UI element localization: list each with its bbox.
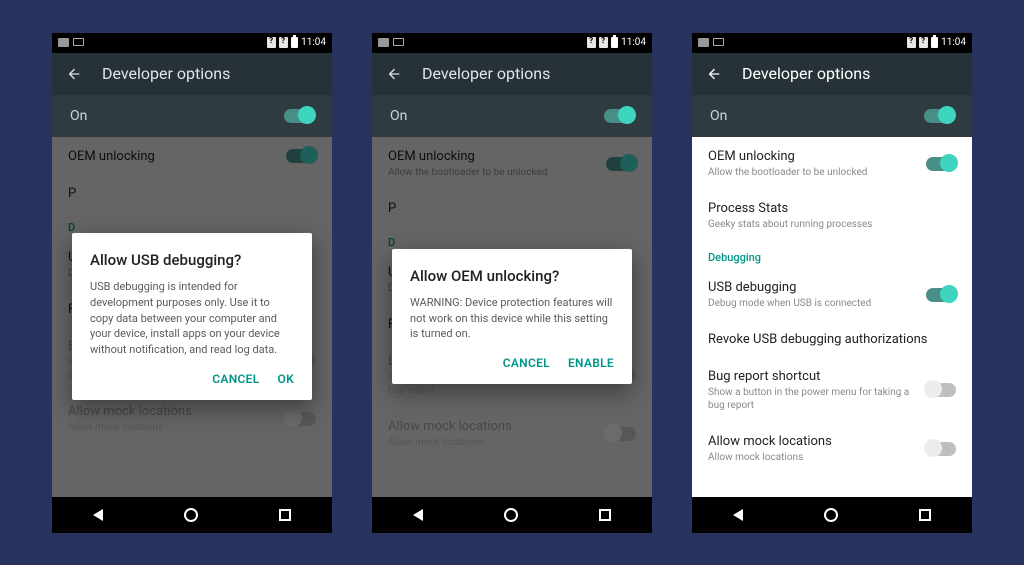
battery-icon	[611, 37, 618, 48]
mock-locations-item[interactable]: Allow mock locations Allow mock location…	[692, 422, 972, 474]
app-header: Developer options	[692, 53, 972, 95]
mock-toggle[interactable]	[926, 442, 956, 456]
nav-bar	[52, 497, 332, 533]
sd-icon	[267, 37, 276, 48]
dialog-overlay: Allow USB debugging? USB debugging is in…	[52, 137, 332, 497]
back-icon[interactable]	[706, 66, 722, 82]
item-title: Process Stats	[708, 201, 956, 216]
sd-icon	[279, 37, 288, 48]
sd-icon	[587, 37, 596, 48]
item-sub: Geeky stats about running processes	[708, 218, 956, 231]
dialog-body: USB debugging is intended for developmen…	[90, 279, 294, 359]
screenshot-icon	[58, 38, 69, 47]
on-label: On	[390, 108, 407, 124]
nav-back-icon[interactable]	[733, 509, 743, 521]
usb-debugging-item[interactable]: USB debugging Debug mode when USB is con…	[692, 268, 972, 320]
screenshot-icon	[378, 38, 389, 47]
cast-icon	[73, 38, 84, 46]
on-label: On	[70, 108, 87, 124]
item-title: Allow mock locations	[708, 434, 918, 449]
cancel-button[interactable]: CANCEL	[503, 356, 550, 370]
app-header: Developer options	[52, 53, 332, 95]
oem-unlocking-item[interactable]: OEM unlocking Allow the bootloader to be…	[692, 137, 972, 189]
bug-report-toggle[interactable]	[926, 383, 956, 397]
cancel-button[interactable]: CANCEL	[212, 372, 259, 386]
phone-screen-1: 11:04 Developer options On OEM unlocking…	[52, 33, 332, 533]
item-title: Bug report shortcut	[708, 369, 918, 384]
header-title: Developer options	[742, 64, 870, 83]
status-time: 11:04	[941, 37, 966, 48]
nav-bar	[372, 497, 652, 533]
status-bar: 11:04	[692, 33, 972, 53]
status-bar: 11:04	[372, 33, 652, 53]
item-sub: Debug mode when USB is connected	[708, 297, 918, 310]
settings-list: OEM unlocking Allow the bootloader to be…	[692, 137, 972, 497]
item-title: Revoke USB debugging authorizations	[708, 332, 956, 347]
header-title: Developer options	[102, 64, 230, 83]
phone-screen-2: 11:04 Developer options On OEM unlocking…	[372, 33, 652, 533]
nav-home-icon[interactable]	[504, 508, 518, 522]
cast-icon	[393, 38, 404, 46]
master-toggle-row[interactable]: On	[52, 95, 332, 137]
back-icon[interactable]	[66, 66, 82, 82]
item-title: USB debugging	[708, 280, 918, 295]
debug-section-label: Debugging	[692, 241, 972, 268]
battery-icon	[291, 37, 298, 48]
bug-report-shortcut-item[interactable]: Bug report shortcut Show a button in the…	[692, 357, 972, 422]
usb-debug-toggle[interactable]	[926, 288, 956, 302]
battery-icon	[931, 37, 938, 48]
dialog-title: Allow OEM unlocking?	[410, 267, 614, 285]
header-title: Developer options	[422, 64, 550, 83]
on-label: On	[710, 108, 727, 124]
status-time: 11:04	[621, 37, 646, 48]
ok-button[interactable]: OK	[278, 372, 294, 386]
sd-icon	[907, 37, 916, 48]
oem-toggle[interactable]	[926, 157, 956, 171]
status-time: 11:04	[301, 37, 326, 48]
cast-icon	[713, 38, 724, 46]
settings-list: OEM unlocking P D UD R Bug report shortc…	[52, 137, 332, 497]
nav-recent-icon[interactable]	[599, 509, 611, 521]
nav-bar	[692, 497, 972, 533]
app-header: Developer options	[372, 53, 652, 95]
master-toggle[interactable]	[604, 109, 634, 123]
nav-home-icon[interactable]	[184, 508, 198, 522]
master-toggle[interactable]	[924, 109, 954, 123]
phone-screen-3: 11:04 Developer options On OEM unlocking…	[692, 33, 972, 533]
dialog-body: WARNING: Device protection features will…	[410, 295, 614, 343]
item-sub: Allow the bootloader to be unlocked	[708, 166, 918, 179]
enable-button[interactable]: ENABLE	[568, 356, 614, 370]
nav-home-icon[interactable]	[824, 508, 838, 522]
process-stats-item[interactable]: Process Stats Geeky stats about running …	[692, 189, 972, 241]
nav-back-icon[interactable]	[413, 509, 423, 521]
oem-unlocking-dialog: Allow OEM unlocking? WARNING: Device pro…	[392, 249, 632, 385]
item-sub: Allow mock locations	[708, 451, 918, 464]
sd-icon	[599, 37, 608, 48]
dialog-overlay: Allow OEM unlocking? WARNING: Device pro…	[372, 137, 652, 497]
settings-list: OEM unlocking Allow the bootloader to be…	[372, 137, 652, 497]
status-bar: 11:04	[52, 33, 332, 53]
sd-icon	[919, 37, 928, 48]
screenshot-icon	[698, 38, 709, 47]
revoke-item[interactable]: Revoke USB debugging authorizations	[692, 320, 972, 357]
usb-debugging-dialog: Allow USB debugging? USB debugging is in…	[72, 233, 312, 401]
back-icon[interactable]	[386, 66, 402, 82]
nav-recent-icon[interactable]	[279, 509, 291, 521]
master-toggle-row[interactable]: On	[372, 95, 652, 137]
nav-back-icon[interactable]	[93, 509, 103, 521]
master-toggle-row[interactable]: On	[692, 95, 972, 137]
item-title: OEM unlocking	[708, 149, 918, 164]
item-sub: Show a button in the power menu for taki…	[708, 386, 918, 412]
dialog-title: Allow USB debugging?	[90, 251, 294, 269]
master-toggle[interactable]	[284, 109, 314, 123]
nav-recent-icon[interactable]	[919, 509, 931, 521]
